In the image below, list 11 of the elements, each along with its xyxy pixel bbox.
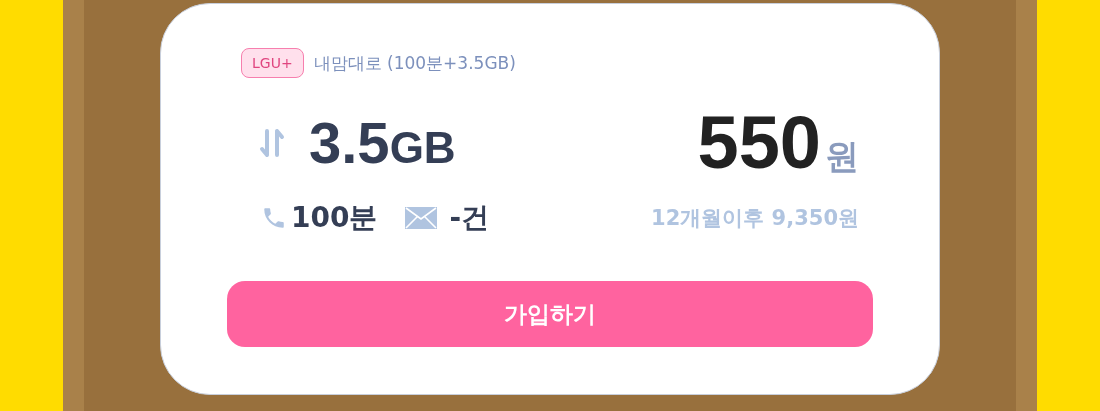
sms-count: -건 — [449, 200, 490, 236]
phone-icon — [261, 205, 287, 231]
join-button[interactable]: 가입하기 — [227, 281, 873, 347]
data-transfer-icon — [259, 126, 285, 159]
plan-name: 내맘대로 (100분+3.5GB) — [313, 51, 516, 75]
data-amount: 3.5GB — [309, 109, 456, 176]
monthly-price: 550 원 — [697, 100, 859, 185]
carrier-badge: LGU+ — [241, 48, 304, 78]
mail-icon — [405, 207, 438, 229]
voice-minutes: 100분 — [291, 200, 378, 236]
later-price: 12개월이후 9,350원 — [651, 205, 859, 232]
